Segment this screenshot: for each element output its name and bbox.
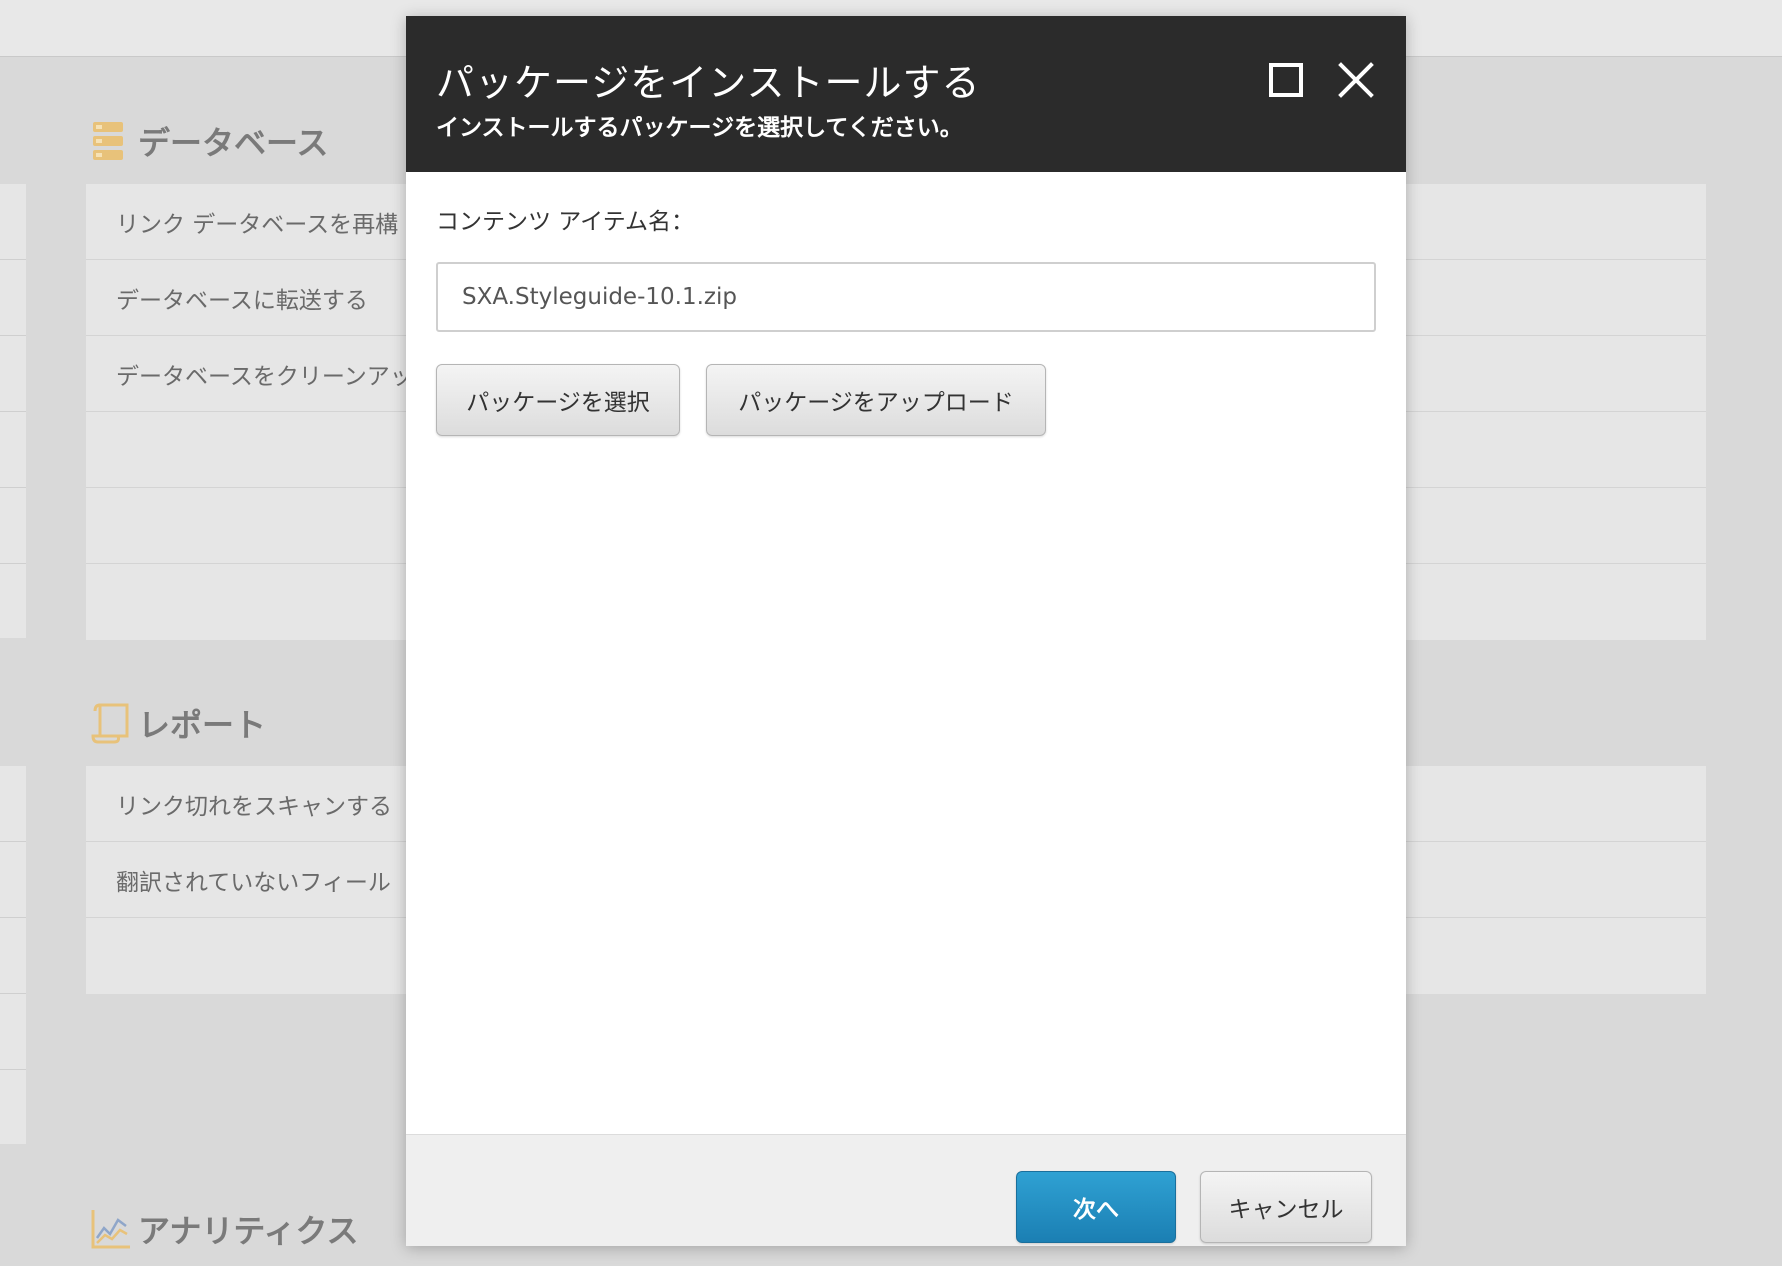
dialog-header: パッケージをインストールする インストールするパッケージを選択してください。 bbox=[406, 16, 1406, 172]
list-item-label: データベースに転送する bbox=[116, 287, 368, 314]
content-item-name-label: コンテンツ アイテム名： bbox=[436, 209, 695, 235]
dialog-title: パッケージをインストールする bbox=[436, 61, 981, 105]
maximize-icon bbox=[1269, 63, 1303, 97]
select-package-button[interactable]: パッケージを選択 bbox=[436, 364, 680, 436]
section-title-label: アナリティクス bbox=[138, 1212, 359, 1250]
section-title-reports: レポート bbox=[90, 698, 266, 748]
left-strip bbox=[0, 184, 26, 638]
upload-package-button[interactable]: パッケージをアップロード bbox=[706, 364, 1046, 436]
list-item-label: データベースをクリーンアッ bbox=[116, 363, 413, 390]
report-scroll-icon bbox=[90, 702, 129, 744]
analytics-chart-icon bbox=[90, 1208, 130, 1250]
dialog-footer: 次へ キャンセル bbox=[406, 1134, 1406, 1246]
maximize-button[interactable] bbox=[1266, 60, 1306, 100]
section-title-label: データベース bbox=[138, 124, 329, 162]
dialog-subtitle: インストールするパッケージを選択してください。 bbox=[436, 115, 963, 141]
cancel-button[interactable]: キャンセル bbox=[1200, 1171, 1372, 1243]
install-package-dialog: パッケージをインストールする インストールするパッケージを選択してください。 コ… bbox=[406, 16, 1406, 1246]
package-name-input[interactable] bbox=[436, 262, 1376, 332]
list-item-label: 翻訳されていないフィール bbox=[116, 869, 391, 896]
close-button[interactable] bbox=[1336, 60, 1376, 100]
section-title-analytics: アナリティクス bbox=[90, 1204, 358, 1254]
left-strip bbox=[0, 766, 26, 1144]
section-title-database: データベース bbox=[90, 116, 328, 166]
close-icon bbox=[1338, 62, 1374, 98]
list-item-label: リンク切れをスキャンする bbox=[116, 793, 392, 820]
database-icon bbox=[90, 120, 126, 162]
section-title-label: レポート bbox=[138, 706, 267, 744]
list-item-label: リンク データベースを再構 bbox=[116, 211, 399, 238]
next-button[interactable]: 次へ bbox=[1016, 1171, 1176, 1243]
